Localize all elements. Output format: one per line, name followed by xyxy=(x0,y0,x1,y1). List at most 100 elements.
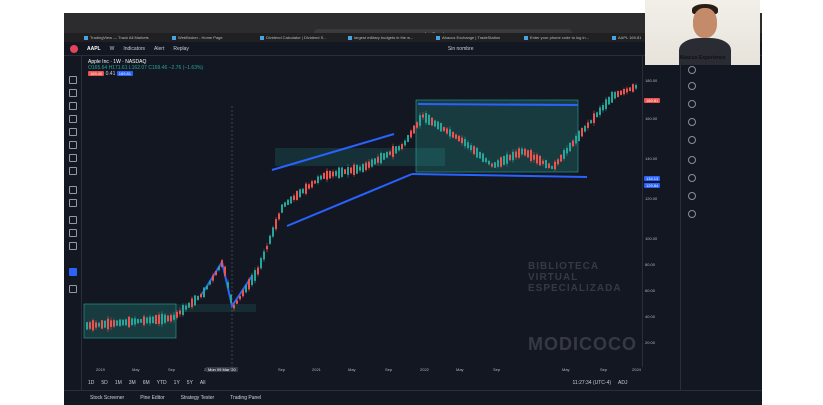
indicators-button[interactable]: Indicators xyxy=(123,46,145,52)
streams-icon[interactable] xyxy=(688,192,696,200)
candle xyxy=(509,154,511,161)
adj-toggle[interactable]: ADJ xyxy=(618,380,627,386)
candle xyxy=(527,150,529,158)
support-line[interactable] xyxy=(411,173,588,178)
bid-tag[interactable]: 169.40 xyxy=(88,71,105,76)
right-widget-bar xyxy=(680,56,702,390)
candle xyxy=(242,290,244,297)
candle xyxy=(623,88,625,95)
forecast-icon[interactable] xyxy=(69,167,77,175)
lock-icon[interactable] xyxy=(69,229,77,237)
replay-button[interactable]: Replay xyxy=(173,46,189,52)
ideas-icon[interactable] xyxy=(688,174,696,182)
watchlist-icon[interactable] xyxy=(688,66,696,74)
price-label: 160.00 xyxy=(645,116,658,121)
resistance-line[interactable] xyxy=(417,103,579,106)
candle xyxy=(344,169,346,174)
right-margin xyxy=(762,0,823,405)
alerts-icon[interactable] xyxy=(688,82,696,90)
candle xyxy=(542,160,544,164)
tf-1y[interactable]: 1Y xyxy=(174,380,180,386)
candle xyxy=(131,318,133,326)
candle xyxy=(410,130,412,138)
candle xyxy=(230,294,232,303)
tf-all[interactable]: All xyxy=(200,380,206,386)
candle xyxy=(377,156,379,163)
brush-icon[interactable] xyxy=(69,115,77,123)
candle xyxy=(275,219,277,230)
candle xyxy=(521,148,523,155)
symbol-search[interactable]: AAPL xyxy=(87,46,101,52)
bookmark[interactable]: TradingView — Track All Markets xyxy=(84,35,168,40)
magnet-icon[interactable] xyxy=(69,216,77,224)
hotlist-icon[interactable] xyxy=(688,118,696,126)
price-tag: 134.13 xyxy=(644,176,661,181)
ask-tag[interactable]: 169.81 xyxy=(116,71,133,76)
target-icon[interactable] xyxy=(69,141,77,149)
zoom-icon[interactable] xyxy=(69,199,77,207)
candle xyxy=(554,161,556,170)
bookmark[interactable]: WebBroker - Home Page xyxy=(172,35,256,40)
text-icon[interactable] xyxy=(69,154,77,162)
eye-icon[interactable] xyxy=(69,242,77,250)
drawing-mode-icon[interactable] xyxy=(69,268,77,276)
tf-5d[interactable]: 5D xyxy=(101,380,107,386)
candle xyxy=(365,162,367,171)
tf-1m[interactable]: 1M xyxy=(115,380,122,386)
candle xyxy=(368,161,370,168)
price-axis[interactable]: 180.00 160.00 140.00 120.00 100.00 80.00… xyxy=(642,56,680,367)
notifications-icon[interactable] xyxy=(688,210,696,218)
pattern-icon[interactable] xyxy=(69,128,77,136)
candle xyxy=(203,287,205,298)
candle xyxy=(392,146,394,157)
time-axis[interactable]: 2019 May Sep 2020 Sep 2021 May Sep 2022 … xyxy=(82,367,642,376)
bookmark[interactable]: Abacus Exchange | TradeStation xyxy=(436,35,520,40)
tf-ytd[interactable]: YTD xyxy=(157,380,167,386)
candle xyxy=(617,91,619,97)
bookmark[interactable]: largest military budgets in the w... xyxy=(348,35,432,40)
tf-3m[interactable]: 3M xyxy=(129,380,136,386)
tab-trading-panel[interactable]: Trading Panel xyxy=(230,395,261,401)
trash-icon[interactable] xyxy=(69,285,77,293)
trendline-icon[interactable] xyxy=(69,89,77,97)
candle xyxy=(380,152,382,164)
candle xyxy=(308,184,310,189)
alert-button[interactable]: Alert xyxy=(154,46,164,52)
candle xyxy=(431,117,433,126)
time-label: Sep xyxy=(168,367,176,372)
price-chart[interactable]: Apple Inc · 1W · NASDAQ O165.64 H171.61 … xyxy=(82,56,642,367)
bookmark[interactable]: Dividend Calculator | Dividend S... xyxy=(260,35,344,40)
tf-5y[interactable]: 5Y xyxy=(187,380,193,386)
candle xyxy=(167,315,169,322)
fib-icon[interactable] xyxy=(69,102,77,110)
ruler-icon[interactable] xyxy=(69,186,77,194)
candle xyxy=(419,115,421,126)
candle xyxy=(143,316,145,325)
favicon-icon xyxy=(84,35,88,40)
price-label: 180.00 xyxy=(645,78,658,83)
chat-icon[interactable] xyxy=(688,156,696,164)
channel-lower-line[interactable] xyxy=(286,173,413,227)
tf-6m[interactable]: 6M xyxy=(143,380,150,386)
candle xyxy=(101,320,103,329)
bookmark[interactable]: Enter your phone code to log in... xyxy=(524,35,608,40)
candle xyxy=(497,160,499,167)
candle xyxy=(302,188,304,194)
tab-stock-screener[interactable]: Stock Screener xyxy=(90,395,124,401)
time-label: Sep xyxy=(600,367,608,372)
price-label: 60.00 xyxy=(645,288,656,293)
avatar[interactable] xyxy=(70,44,78,53)
clock[interactable]: 11:27:34 (UTC-4) xyxy=(572,380,611,386)
tab-pine-editor[interactable]: Pine Editor xyxy=(140,395,164,401)
crosshair-icon[interactable] xyxy=(69,76,77,84)
layout-name[interactable]: Sin nombre xyxy=(448,46,474,52)
tf-1d[interactable]: 1D xyxy=(88,380,94,386)
candle xyxy=(491,163,493,167)
candle xyxy=(566,148,568,154)
candle xyxy=(164,314,166,323)
interval-button[interactable]: W xyxy=(110,46,115,52)
tab-strategy-tester[interactable]: Strategy Tester xyxy=(181,395,215,401)
candle xyxy=(389,151,391,155)
calendar-icon[interactable] xyxy=(688,136,696,144)
layers-icon[interactable] xyxy=(688,100,696,108)
